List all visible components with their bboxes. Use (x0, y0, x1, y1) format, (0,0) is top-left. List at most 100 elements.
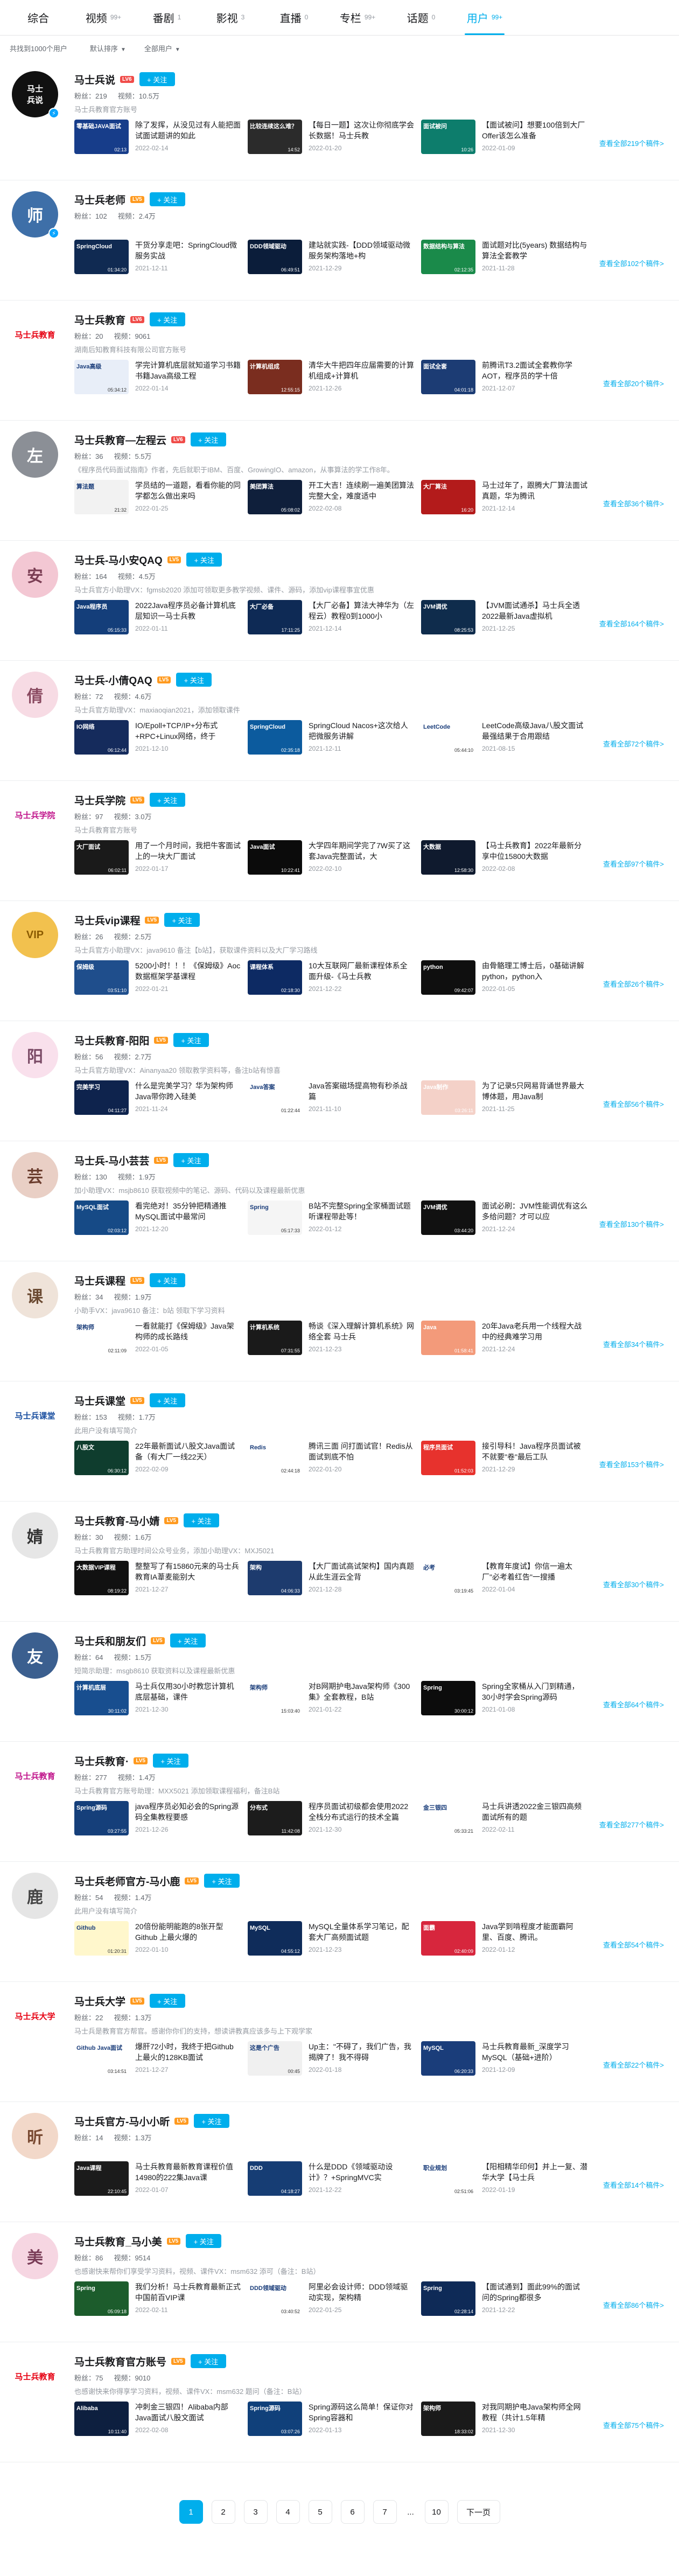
video-thumbnail[interactable]: 比较连续这么难？ 14:52 (248, 120, 302, 154)
video-title[interactable]: 一看就能打《保姆级》Java架构师的成长路线 (135, 1321, 241, 1342)
video-thumbnail[interactable]: 课程体系 02:18:30 (248, 960, 302, 995)
follow-button[interactable]: + 关注 (139, 72, 175, 86)
view-all-videos-link[interactable]: 查看全部26个稿件> (603, 979, 664, 989)
video-item[interactable]: 计算机底层 30:11:02 马士兵仅用30小时教您计算机底层基础，课件 2021-1… (74, 1681, 247, 1729)
user-name[interactable]: 马士兵大学 (74, 1994, 125, 2008)
video-title[interactable]: 程序员面试初级都会使用2022全栈分布式运行的技术全篇 (309, 1801, 414, 1823)
video-thumbnail[interactable]: 八股文 06:30:12 (74, 1441, 129, 1475)
page-3-button[interactable]: 3 (243, 2500, 268, 2524)
video-item[interactable]: python 09:42:07 由骨骼理工博士后，0基础讲解python，pytho… (421, 960, 593, 1009)
follow-button[interactable]: + 关注 (193, 2114, 229, 2128)
video-thumbnail[interactable]: Github 01:20:31 (74, 1921, 129, 1956)
video-thumbnail[interactable]: 零基础JAVA面试 02:13 (74, 120, 129, 154)
video-thumbnail[interactable]: Spring 05:09:18 (74, 2281, 129, 2316)
video-title[interactable]: 马士过年了，跟腾大厂算法面试真题，华为腾讯 (482, 480, 587, 501)
page-5-button[interactable]: 5 (308, 2500, 332, 2524)
video-thumbnail[interactable]: MySQL面试 02:03:12 (74, 1200, 129, 1235)
video-thumbnail[interactable]: 这是个广告 00:45 (248, 2041, 302, 2076)
video-thumbnail[interactable]: JVM调优 08:25:53 (421, 600, 475, 634)
user-name[interactable]: 马士兵教育-阳阳 (74, 1033, 149, 1048)
video-item[interactable]: Java答案 01:22:44 Java答案磁场提高物有秒杀战篇 2021-11-10 (248, 1080, 420, 1129)
video-item[interactable]: 面试全套 04:01:18 前腾讯T3.2面试全套教你学AOT，程序员的学十倍 202… (421, 360, 593, 408)
video-title[interactable]: B站不完整Spring全家桶面试题听课程带赴等！ (309, 1200, 414, 1222)
video-item[interactable]: DDD 04:18:27 什么是DDD《领域驱动设计》？+SpringMVC实 202… (248, 2161, 420, 2210)
video-title[interactable]: 为了记录5只网易背诵世界最大博体题，用Java制 (482, 1080, 587, 1102)
video-thumbnail[interactable]: 大厂算法 16:20 (421, 480, 475, 514)
avatar[interactable]: 马士兵课堂 (12, 1392, 58, 1439)
user-name[interactable]: 马士兵和朋友们 (74, 1633, 146, 1648)
video-item[interactable]: 大数据VIP课程 08:19:22 整整写了有15860元来的马士兵教育IA葦麦能别… (74, 1561, 247, 1609)
view-all-videos-link[interactable]: 查看全部72个稿件> (603, 738, 664, 749)
video-thumbnail[interactable]: MySQL 06:20:33 (421, 2041, 475, 2076)
user-name[interactable]: 马士兵-马小芸芸 (74, 1153, 149, 1168)
video-item[interactable]: 职业规划 02:51:06 【阳相精华印何】并上一复、潜华大学【马士兵 2022-01… (421, 2161, 593, 2210)
video-item[interactable]: 大厂面试 06:02:11 用了一个月时间，我把牛客面试上的一块大厂面试 2022-0… (74, 840, 247, 889)
video-title[interactable]: java程序员必知必会的Spring源码全集教程要感 (135, 1801, 241, 1823)
video-title[interactable]: Spring全家桶从入门到精通，30小时学会Spring源码 (482, 1681, 587, 1702)
view-all-videos-link[interactable]: 查看全部86个稿件> (603, 2300, 664, 2310)
video-title[interactable]: 畅谈《深入理解计算机系统》网络全套 马士兵 (309, 1321, 414, 1342)
avatar[interactable]: 马士兵学院 (12, 792, 58, 838)
video-thumbnail[interactable]: 计算机底层 30:11:02 (74, 1681, 129, 1715)
video-item[interactable]: 面霸 02:40:09 Java学到啃程度才能面霸阿里、百度、腾讯。 2022-01-… (421, 1921, 593, 1970)
view-all-videos-link[interactable]: 查看全部277个稿件> (599, 1819, 664, 1830)
view-all-videos-link[interactable]: 查看全部97个稿件> (603, 858, 664, 869)
video-item[interactable]: DDD领域驱动 06:49:51 建站就实践-【DDD领域驱动微服务架构落地+构 20… (248, 240, 420, 288)
page-last-button[interactable]: 10 (424, 2500, 449, 2524)
video-item[interactable]: LeetCode 05:44:10 LeetCode高级Java八股文面试最强结果于… (421, 720, 593, 769)
video-title[interactable]: 什么是DDD《领域驱动设计》？+SpringMVC实 (309, 2161, 414, 2183)
next-page-button[interactable]: 下一页 (457, 2500, 500, 2524)
video-item[interactable]: Github Java面试 03:14:51 爆肝72小时，我终于把Github上最… (74, 2041, 247, 2090)
video-title[interactable]: 20倍份能明能跑的8张开型 Github 上最火爆的 (135, 1921, 241, 1943)
view-all-videos-link[interactable]: 查看全部20个稿件> (603, 378, 664, 388)
video-thumbnail[interactable]: 面试被问 10:26 (421, 120, 475, 154)
video-item[interactable]: Spring 05:09:18 我们分析！马士兵教育最新正式中国前百VIP课 2022… (74, 2281, 247, 2330)
video-item[interactable]: 完美学习 04:11:27 什么是完美学习？华为架构师Java带你跨入硅美 2021-… (74, 1080, 247, 1129)
follow-button[interactable]: + 关注 (176, 673, 212, 687)
video-item[interactable]: Java 01:58:41 20年Java老兵用一个线程大战中的经典难学习用 2021… (421, 1321, 593, 1369)
video-title[interactable]: Java学到啃程度才能面霸阿里、百度、腾讯。 (482, 1921, 587, 1943)
video-title[interactable]: 5200小时！！！《保姆级》Aoc数据框架学基课程 (135, 960, 241, 982)
view-all-videos-link[interactable]: 查看全部30个稿件> (603, 1579, 664, 1589)
video-thumbnail[interactable]: Github Java面试 03:14:51 (74, 2041, 129, 2076)
video-title[interactable]: 【面试被问】想要100倍到大厂Offer该怎么准备 (482, 120, 587, 141)
tab-2[interactable]: 番剧 1 (135, 0, 199, 35)
video-thumbnail[interactable]: 分布式 11:42:08 (248, 1801, 302, 1835)
view-all-videos-link[interactable]: 查看全部153个稿件> (599, 1459, 664, 1469)
video-title[interactable]: Spring源码这么简单！保证你对Spring容器和 (309, 2402, 414, 2423)
video-thumbnail[interactable]: Java程序员 05:15:33 (74, 600, 129, 634)
view-all-videos-link[interactable]: 查看全部164个稿件> (599, 618, 664, 629)
video-thumbnail[interactable]: 大数据VIP课程 08:19:22 (74, 1561, 129, 1595)
video-title[interactable]: 冲刺金三银四！Alibaba内部Java面试八股文面试 (135, 2402, 241, 2423)
video-thumbnail[interactable]: 金三银四 05:33:21 (421, 1801, 475, 1835)
video-title[interactable]: 建站就实践-【DDD领域驱动微服务架构落地+构 (309, 240, 414, 261)
user-name[interactable]: 马士兵学院 (74, 793, 125, 807)
view-all-videos-link[interactable]: 查看全部34个稿件> (603, 1339, 664, 1349)
tab-3[interactable]: 影视 3 (199, 0, 262, 35)
video-item[interactable]: 架构师 15:03:40 对B网期护电Java架构师《300集》全套教程，B站 202… (248, 1681, 420, 1729)
video-item[interactable]: MySQL 06:20:33 马士兵教育最新_深度学习MySQL（基础+进阶） 202… (421, 2041, 593, 2090)
avatar[interactable]: 左 (12, 431, 58, 478)
user-name[interactable]: 马士兵老师 (74, 192, 125, 207)
video-item[interactable]: 计算机系统 07:31:55 畅谈《深入理解计算机系统》网络全套 马士兵 2021-1… (248, 1321, 420, 1369)
avatar[interactable]: 马士兵大学 (12, 1993, 58, 2039)
follow-button[interactable]: + 关注 (173, 1033, 209, 1047)
video-item[interactable]: 程序员面试 01:52:03 接引导科！Java程序员面试被不就要"卷"最后工队 20… (421, 1441, 593, 1489)
video-item[interactable]: Spring 05:17:33 B站不完整Spring全家桶面试题听课程带赴等！ 20… (248, 1200, 420, 1249)
video-title[interactable]: 阿里必会设计师：DDD领域驱动实现，架构精 (309, 2281, 414, 2303)
video-thumbnail[interactable]: 架构师 18:33:02 (421, 2402, 475, 2436)
video-thumbnail[interactable]: Spring 05:17:33 (248, 1200, 302, 1235)
video-item[interactable]: 计算机组成 12:55:15 清华大牛把四年应届需要的计算机组成+计算机 2021-1… (248, 360, 420, 408)
video-title[interactable]: IO/Epoll+TCP/IP+分布式+RPC+Linux网络，终于 (135, 720, 241, 742)
video-title[interactable]: 除了发挥，从没见过有人能把面试面试题讲的如此 (135, 120, 241, 141)
video-thumbnail[interactable]: 美团算法 05:08:02 (248, 480, 302, 514)
video-thumbnail[interactable]: 架构师 02:11:09 (74, 1321, 129, 1355)
view-all-videos-link[interactable]: 查看全部22个稿件> (603, 2060, 664, 2070)
video-item[interactable]: Java程序员 05:15:33 2022Java程序员必备计算机底层知识一马士兵教… (74, 600, 247, 648)
video-title[interactable]: 大学四年期间学完了7W买了这套Java完整面试，大 (309, 840, 414, 862)
video-item[interactable]: 架构师 18:33:02 对我同期护电Java架构师全网教程（共计1.5年精 2021… (421, 2402, 593, 2450)
video-title[interactable]: 整整写了有15860元来的马士兵教育IA葦麦能别大 (135, 1561, 241, 1582)
video-item[interactable]: Github 01:20:31 20倍份能明能跑的8张开型 Github 上最火爆的… (74, 1921, 247, 1970)
video-thumbnail[interactable]: Java高级 05:34:12 (74, 360, 129, 394)
video-thumbnail[interactable]: 算法题 21:32 (74, 480, 129, 514)
